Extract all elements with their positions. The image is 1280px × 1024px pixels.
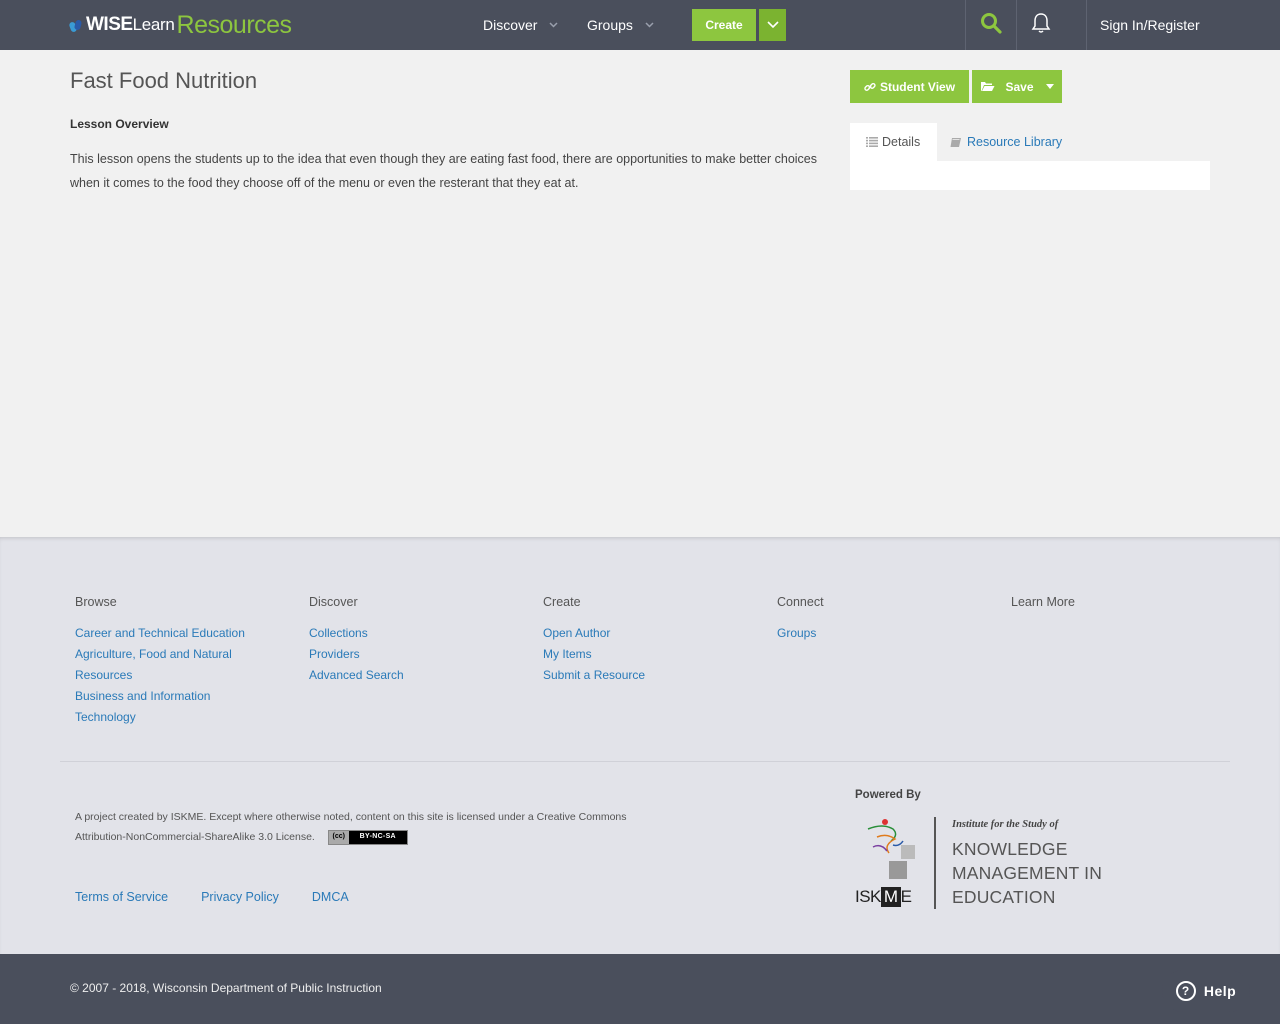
dmca-link[interactable]: DMCA (312, 890, 349, 904)
logo-wise: WISE (86, 14, 133, 35)
chevron-down-icon (645, 20, 654, 31)
lesson-overview-label: Lesson Overview (70, 117, 169, 131)
lesson-overview-text: This lesson opens the students up to the… (70, 152, 818, 190)
search-button[interactable] (965, 0, 1016, 50)
student-view-label: Student View (879, 79, 956, 94)
iskme-wordmark: ISK M E (855, 887, 912, 907)
help-label: Help (1203, 983, 1237, 999)
iskme-figure-icon (867, 819, 915, 879)
notifications-button[interactable] (1016, 0, 1086, 50)
iskme-divider (934, 817, 936, 909)
create-dropdown-toggle[interactable] (759, 9, 786, 41)
page-title: Fast Food Nutrition (70, 68, 258, 93)
wiselearn-logo[interactable]: WISE Learn Resources (68, 10, 293, 39)
cc-badge-label: BY-NC-SA (359, 833, 396, 841)
footer-col-learn-more: Learn More (1011, 595, 1211, 623)
footer-link[interactable]: My Items (543, 644, 743, 665)
nav-groups-label: Groups (587, 17, 633, 33)
footer-divider (60, 761, 1230, 762)
footer-link[interactable]: Providers (309, 644, 509, 665)
footer-link[interactable]: Advanced Search (309, 665, 509, 686)
footer-link[interactable]: Submit a Resource (543, 665, 743, 686)
terms-of-service-link[interactable]: Terms of Service (75, 890, 168, 904)
bell-icon (1031, 12, 1051, 39)
footer-link[interactable]: Collections (309, 623, 509, 644)
question-icon: ? (1175, 981, 1196, 1001)
footer-col-browse: Browse Career and Technical Education Ag… (75, 595, 275, 728)
nav-groups[interactable]: Groups (587, 0, 654, 50)
bottom-bar: © 2007 - 2018, Wisconsin Department of P… (0, 954, 1280, 1024)
tab-resource-library-label: Resource Library (967, 135, 1063, 149)
create-button[interactable]: Create (692, 9, 756, 41)
folder-open-icon (980, 81, 995, 92)
legal-links: Terms of Service Privacy Policy DMCA (75, 890, 349, 904)
footer-heading: Create (543, 595, 581, 609)
iskme-line: EDUCATION (952, 887, 1056, 907)
iskme-wordmark-right: E (900, 887, 912, 906)
sign-in-register-link[interactable]: Sign In/Register (1086, 0, 1280, 50)
iskme-logo[interactable]: ISK M E Institute for the Study of KNOWL… (855, 817, 1115, 909)
tab-details-label: Details (882, 135, 921, 149)
logo-learn: Learn (132, 15, 175, 34)
footer-link[interactable]: Career and Technical Education (75, 623, 255, 644)
footer-link[interactable]: Open Author (543, 623, 743, 644)
copyright-text: © 2007 - 2018, Wisconsin Department of P… (70, 981, 382, 995)
link-icon (864, 81, 876, 93)
footer-link[interactable]: Agriculture, Food and Natural Resources (75, 644, 245, 686)
help-button[interactable]: ? Help (1162, 970, 1250, 1012)
tab-resource-library[interactable]: Resource Library (950, 123, 1062, 161)
logo-mark-icon (68, 18, 84, 33)
footer-col-create: Create Open Author My Items Submit a Res… (543, 595, 743, 686)
student-view-button[interactable]: Student View (850, 70, 969, 103)
footer-col-discover: Discover Collections Providers Advanced … (309, 595, 509, 686)
iskme-wordmark-mid: M (880, 887, 901, 907)
footer-heading: Learn More (1011, 595, 1075, 609)
chevron-down-icon (549, 20, 558, 31)
footer-heading: Connect (777, 595, 824, 609)
nav-discover[interactable]: Discover (483, 0, 558, 50)
chevron-down-icon (766, 16, 779, 34)
cc-license-badge[interactable]: (cc) BY-NC-SA (327, 829, 408, 845)
privacy-policy-link[interactable]: Privacy Policy (201, 890, 279, 904)
details-tab-panel (850, 161, 1210, 190)
save-label: Save (1005, 79, 1034, 94)
search-icon (980, 12, 1002, 39)
footer-heading: Discover (309, 595, 358, 609)
iskme-line: KNOWLEDGE (952, 839, 1068, 859)
footer-col-connect: Connect Groups (777, 595, 977, 644)
logo-resources: Resources (176, 10, 293, 39)
iskme-line: MANAGEMENT IN (952, 863, 1103, 883)
footer-link[interactable]: Groups (777, 623, 977, 644)
cc-icon: (cc) (328, 830, 349, 844)
iskme-name: KNOWLEDGE MANAGEMENT IN EDUCATION (952, 837, 1102, 909)
book-icon (950, 137, 962, 148)
footer-heading: Browse (75, 595, 117, 609)
footer-link[interactable]: Business and Information Technology (75, 686, 235, 728)
iskme-subtitle: Institute for the Study of (952, 819, 1059, 830)
site-footer: Browse Career and Technical Education Ag… (0, 537, 1280, 954)
iskme-wordmark-left: ISK (855, 887, 881, 906)
powered-by-label: Powered By (855, 789, 921, 801)
save-button[interactable]: Save (972, 70, 1062, 103)
resource-tabs: Details Resource Library (850, 123, 1210, 161)
caret-down-icon (1045, 84, 1054, 89)
license-notice: A project created by ISKME. Except where… (75, 807, 635, 847)
tab-details[interactable]: Details (850, 123, 937, 161)
nav-discover-label: Discover (483, 17, 538, 33)
top-navbar: WISE Learn Resources Discover Groups Cre… (0, 0, 1280, 50)
list-icon (866, 137, 878, 147)
